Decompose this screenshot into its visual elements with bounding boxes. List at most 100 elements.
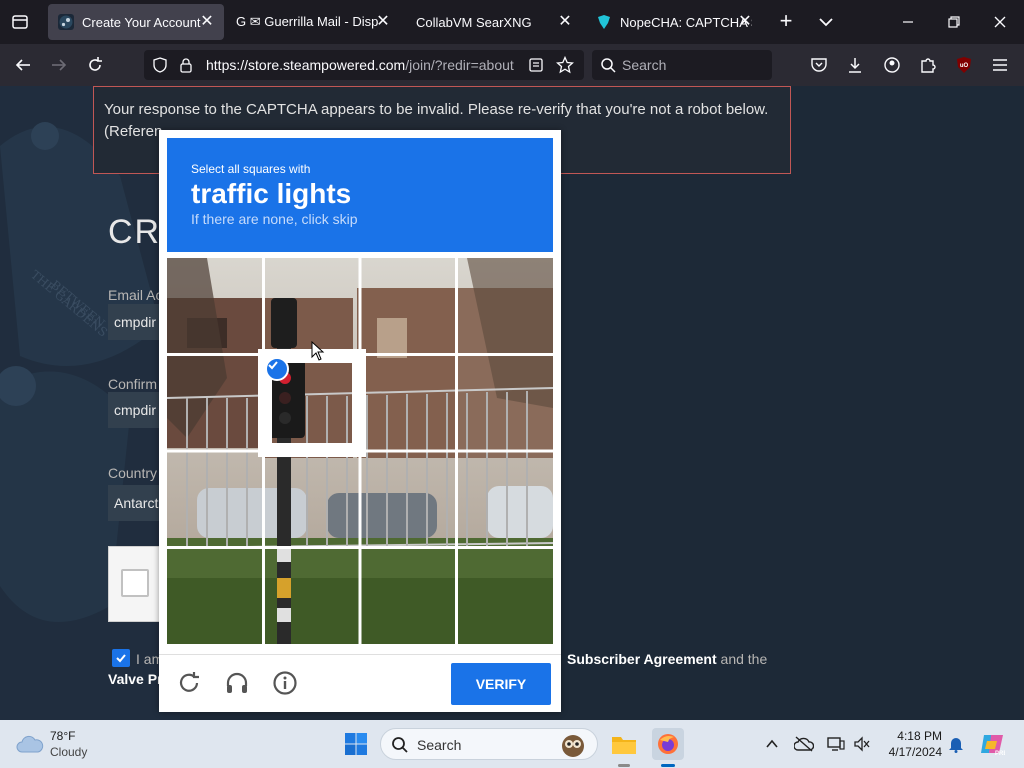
- copilot-button[interactable]: PRE: [976, 728, 1008, 760]
- subscriber-agreement-link[interactable]: Subscriber Agreement: [567, 651, 717, 667]
- captcha-tile-11[interactable]: [360, 451, 456, 547]
- hamburger-menu-icon: [993, 59, 1007, 71]
- back-button[interactable]: [10, 52, 36, 78]
- captcha-tile-3[interactable]: [360, 258, 456, 354]
- lock-icon[interactable]: [178, 57, 194, 73]
- downloads-button[interactable]: [842, 52, 868, 78]
- recaptcha-checkbox[interactable]: [121, 569, 149, 597]
- tab-searxng[interactable]: CollabVM SearXNG ✕: [406, 4, 582, 40]
- close-tab-icon[interactable]: ✕: [736, 13, 754, 31]
- captcha-tile-2[interactable]: [264, 258, 360, 354]
- captcha-tile-1[interactable]: [167, 258, 263, 354]
- privacy-policy-link[interactable]: Valve Pr: [108, 671, 163, 687]
- help-button[interactable]: [271, 669, 299, 697]
- onedrive-button[interactable]: [794, 734, 814, 754]
- clock-date: 4/17/2024: [888, 745, 942, 759]
- url-bar[interactable]: https://store.steampowered.com/join/?red…: [144, 50, 584, 80]
- close-window-button[interactable]: [986, 8, 1014, 36]
- volume-button[interactable]: [852, 734, 872, 754]
- network-button[interactable]: [826, 734, 846, 754]
- restore-button[interactable]: [940, 8, 968, 36]
- close-tab-icon[interactable]: ✕: [374, 13, 392, 31]
- search-bar[interactable]: Search: [592, 50, 772, 80]
- close-tab-icon[interactable]: ✕: [198, 13, 216, 31]
- app-menu-button[interactable]: [987, 52, 1013, 78]
- captcha-tile-14[interactable]: [264, 548, 360, 644]
- close-icon: [994, 16, 1006, 28]
- captcha-image-grid: [167, 258, 553, 644]
- windows-logo-icon: [345, 733, 367, 755]
- captcha-tile-15[interactable]: [360, 548, 456, 644]
- new-tab-button[interactable]: +: [774, 10, 798, 34]
- tab-title: CollabVM SearXNG: [416, 14, 532, 30]
- shield-icon[interactable]: [152, 57, 168, 73]
- file-explorer-button[interactable]: [608, 728, 640, 760]
- info-icon: [273, 671, 297, 695]
- firefox-taskbar-button[interactable]: [652, 728, 684, 760]
- captcha-tile-10[interactable]: [264, 451, 360, 547]
- country-label: Country: [108, 465, 158, 481]
- confirm-email-label: Confirm: [108, 376, 158, 392]
- list-all-tabs-button[interactable]: [814, 10, 838, 34]
- reload-button[interactable]: [82, 52, 108, 78]
- speaker-muted-icon: [854, 736, 870, 752]
- notifications-button[interactable]: [946, 734, 966, 754]
- reader-view-icon[interactable]: [528, 57, 544, 73]
- reload-challenge-button[interactable]: [175, 669, 203, 697]
- minimize-button[interactable]: [894, 8, 922, 36]
- url-text[interactable]: https://store.steampowered.com/join/?red…: [206, 57, 518, 73]
- account-button[interactable]: [879, 52, 905, 78]
- error-message: Your response to the CAPTCHA appears to …: [104, 101, 769, 118]
- verify-button[interactable]: VERIFY: [451, 663, 551, 705]
- browser-tab-bar: Create Your Account ✕ G ✉ Guerrilla Mail…: [0, 0, 1024, 44]
- bookmark-star-icon[interactable]: [556, 56, 574, 74]
- agree-text-cont: Subscriber Agreement and the: [567, 651, 767, 667]
- url-host: https://store.steampowered.com: [206, 57, 406, 73]
- bell-icon: [949, 738, 963, 753]
- pocket-button[interactable]: [806, 52, 832, 78]
- audio-challenge-button[interactable]: [223, 669, 251, 697]
- close-tab-icon[interactable]: ✕: [556, 13, 574, 31]
- ublock-button[interactable]: uO: [951, 52, 977, 78]
- reload-icon: [89, 57, 102, 71]
- captcha-tile-12[interactable]: [457, 451, 553, 547]
- search-highlight-icon: [562, 735, 584, 757]
- instruction-hint: If there are none, click skip: [191, 211, 358, 227]
- captcha-tile-7[interactable]: [360, 355, 456, 451]
- weather-condition: Cloudy: [50, 745, 88, 759]
- firefox-view-button[interactable]: [8, 10, 32, 34]
- headphones-audio-icon: [226, 672, 248, 693]
- windows-taskbar: 78°F Cloudy Search 4:18 PM 4/17/2024 PRE: [0, 720, 1024, 768]
- tab-nopecha[interactable]: NopeCHA: CAPTCHA S ✕: [586, 4, 762, 40]
- extensions-button[interactable]: [915, 52, 941, 78]
- minimize-icon: [903, 21, 913, 23]
- svg-text:PRE: PRE: [995, 751, 1005, 757]
- captcha-tile-5[interactable]: [167, 355, 263, 451]
- forward-button[interactable]: [46, 52, 72, 78]
- tab-guerrilla-mail[interactable]: G ✉ Guerrilla Mail - Disp ✕: [226, 4, 400, 40]
- captcha-tile-13[interactable]: [167, 548, 263, 644]
- cloud-icon: [16, 735, 44, 753]
- reload-icon: [179, 672, 199, 692]
- mouse-cursor-icon: [311, 341, 325, 361]
- agree-checkbox[interactable]: [112, 649, 130, 667]
- show-hidden-icons-button[interactable]: [762, 734, 782, 754]
- nopecha-icon: [596, 14, 612, 30]
- captcha-tile-16[interactable]: [457, 548, 553, 644]
- tab-title: Create Your Account: [82, 14, 201, 30]
- taskbar-search[interactable]: Search: [380, 728, 598, 760]
- firefox-view-icon: [12, 15, 28, 29]
- captcha-tile-8[interactable]: [457, 355, 553, 451]
- search-placeholder: Search: [622, 57, 667, 73]
- navigation-bar: https://store.steampowered.com/join/?red…: [0, 44, 1024, 86]
- tab-create-account[interactable]: Create Your Account ✕: [48, 4, 224, 40]
- email-label: Email Ac: [108, 287, 163, 303]
- chevron-down-icon: [819, 18, 833, 27]
- weather-widget[interactable]: 78°F Cloudy: [16, 728, 106, 762]
- system-clock[interactable]: 4:18 PM 4/17/2024: [880, 728, 942, 760]
- captcha-tile-9[interactable]: [167, 451, 263, 547]
- start-button[interactable]: [340, 728, 372, 760]
- puzzle-icon: [921, 58, 936, 73]
- tile-selected-check-icon: [265, 357, 289, 381]
- captcha-tile-4[interactable]: [457, 258, 553, 354]
